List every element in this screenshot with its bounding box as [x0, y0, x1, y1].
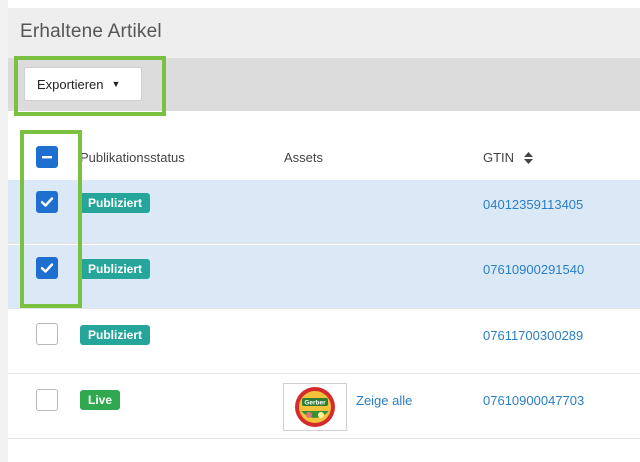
- checkmark-icon: [40, 263, 54, 273]
- row-checkbox[interactable]: [36, 389, 58, 411]
- status-badge: Publiziert: [80, 193, 151, 213]
- page-header: Erhaltene Artikel: [8, 8, 640, 59]
- sort-icon[interactable]: [523, 152, 533, 164]
- gtin-header-label: GTIN: [483, 150, 515, 165]
- left-gutter: [0, 0, 8, 462]
- row-checkbox[interactable]: [36, 257, 58, 279]
- status-badge: Publiziert: [80, 325, 151, 345]
- row-checkbox[interactable]: [36, 191, 58, 213]
- gtin-link[interactable]: 04012359113405: [483, 197, 583, 212]
- export-button-label: Exportieren: [37, 76, 104, 92]
- toolbar: Exportieren ▼: [8, 59, 640, 111]
- table-row[interactable]: Publiziert 07611700300289: [8, 310, 640, 374]
- product-image: Gerber: [295, 387, 335, 427]
- table-row[interactable]: Publiziert 07610900291540: [8, 245, 640, 309]
- table-row[interactable]: Publiziert 04012359113405: [8, 180, 640, 244]
- table-header: Publikationsstatus Assets GTIN: [8, 118, 640, 181]
- caret-down-icon: ▼: [111, 79, 121, 89]
- show-all-assets-link[interactable]: Zeige alle: [356, 393, 412, 408]
- status-badge: Live: [80, 390, 121, 410]
- gtin-link[interactable]: 07611700300289: [483, 328, 583, 343]
- page-title: Erhaltene Artikel: [20, 21, 162, 42]
- page: Erhaltene Artikel Exportieren ▼ Publikat…: [0, 0, 640, 462]
- thumbnail-logo-text: Gerber: [304, 400, 326, 407]
- column-header-status[interactable]: Publikationsstatus: [80, 150, 185, 165]
- status-badge: Publiziert: [80, 259, 151, 279]
- gtin-link[interactable]: 07610900291540: [483, 262, 584, 277]
- export-dropdown-button[interactable]: Exportieren ▼: [24, 67, 142, 101]
- partial-row: [8, 440, 640, 462]
- asset-thumbnail[interactable]: Gerber: [283, 383, 347, 431]
- select-all-checkbox[interactable]: [36, 146, 58, 168]
- row-checkbox[interactable]: [36, 323, 58, 345]
- indeterminate-checkbox-icon: [42, 156, 52, 159]
- column-header-gtin[interactable]: GTIN: [483, 150, 533, 165]
- gtin-link[interactable]: 07610900047703: [483, 393, 584, 408]
- table-row[interactable]: Live Gerber Zeige alle 07610900047703: [8, 375, 640, 439]
- checkmark-icon: [40, 197, 54, 207]
- column-header-assets[interactable]: Assets: [284, 150, 323, 165]
